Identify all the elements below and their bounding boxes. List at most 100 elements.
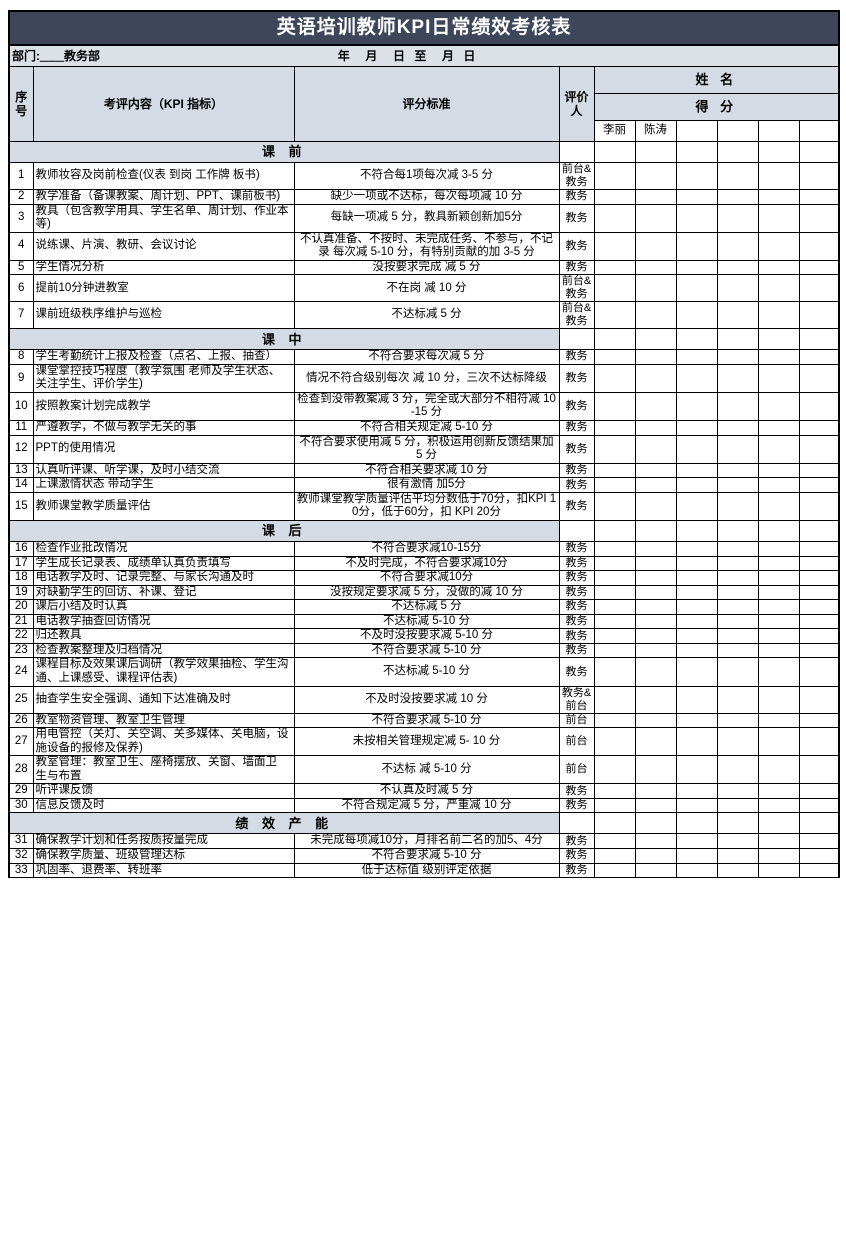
cell-score[interactable] bbox=[757, 301, 800, 330]
cell-score[interactable] bbox=[593, 434, 636, 464]
cell-score[interactable] bbox=[675, 685, 718, 714]
cell-score[interactable] bbox=[757, 231, 800, 261]
cell-score[interactable] bbox=[757, 797, 800, 814]
cell-score[interactable] bbox=[716, 727, 759, 757]
cell-score[interactable] bbox=[675, 848, 718, 864]
cell-score[interactable] bbox=[634, 420, 677, 436]
cell-score[interactable] bbox=[675, 833, 718, 849]
cell-score[interactable] bbox=[675, 628, 718, 644]
cell-score[interactable] bbox=[757, 570, 800, 586]
cell-score[interactable] bbox=[675, 259, 718, 276]
cell-score[interactable] bbox=[634, 584, 677, 601]
cell-score[interactable] bbox=[634, 188, 677, 205]
cell-score[interactable] bbox=[757, 420, 800, 436]
cell-score[interactable] bbox=[593, 833, 636, 849]
evaluatee-name-5[interactable] bbox=[757, 120, 800, 142]
cell-score[interactable] bbox=[593, 274, 636, 303]
cell-score[interactable] bbox=[593, 420, 636, 436]
cell-score[interactable] bbox=[757, 584, 800, 601]
cell-score[interactable] bbox=[798, 391, 841, 422]
cell-score[interactable] bbox=[675, 555, 718, 572]
cell-score[interactable] bbox=[716, 420, 759, 436]
cell-score[interactable] bbox=[593, 584, 636, 601]
cell-score[interactable] bbox=[593, 628, 636, 644]
cell-score[interactable] bbox=[593, 862, 636, 879]
cell-score[interactable] bbox=[634, 570, 677, 586]
cell-score[interactable] bbox=[593, 188, 636, 205]
cell-score[interactable] bbox=[634, 349, 677, 365]
cell-score[interactable] bbox=[593, 349, 636, 365]
cell-score[interactable] bbox=[716, 162, 759, 190]
cell-score[interactable] bbox=[798, 727, 841, 757]
cell-score[interactable] bbox=[634, 657, 677, 687]
cell-score[interactable] bbox=[593, 391, 636, 422]
cell-score[interactable] bbox=[634, 797, 677, 814]
cell-score[interactable] bbox=[593, 727, 636, 757]
cell-score[interactable] bbox=[634, 599, 677, 615]
cell-score[interactable] bbox=[716, 391, 759, 422]
cell-score[interactable] bbox=[716, 301, 759, 330]
cell-score[interactable] bbox=[798, 349, 841, 365]
cell-score[interactable] bbox=[593, 462, 636, 479]
cell-score[interactable] bbox=[757, 203, 800, 233]
cell-score[interactable] bbox=[593, 599, 636, 615]
cell-score[interactable] bbox=[675, 727, 718, 757]
cell-score[interactable] bbox=[634, 555, 677, 572]
cell-score[interactable] bbox=[757, 349, 800, 365]
cell-score[interactable] bbox=[593, 555, 636, 572]
cell-score[interactable] bbox=[757, 259, 800, 276]
cell-score[interactable] bbox=[675, 231, 718, 261]
cell-score[interactable] bbox=[593, 712, 636, 729]
cell-score[interactable] bbox=[716, 491, 759, 521]
cell-score[interactable] bbox=[757, 755, 800, 785]
evaluatee-name-6[interactable] bbox=[798, 120, 841, 142]
cell-score[interactable] bbox=[634, 477, 677, 493]
cell-score[interactable] bbox=[716, 712, 759, 729]
cell-score[interactable] bbox=[716, 584, 759, 601]
cell-score[interactable] bbox=[798, 862, 841, 879]
cell-score[interactable] bbox=[593, 301, 636, 330]
cell-score[interactable] bbox=[716, 555, 759, 572]
cell-score[interactable] bbox=[716, 231, 759, 261]
cell-score[interactable] bbox=[798, 477, 841, 493]
cell-score[interactable] bbox=[593, 797, 636, 814]
cell-score[interactable] bbox=[634, 685, 677, 714]
cell-score[interactable] bbox=[798, 363, 841, 393]
cell-score[interactable] bbox=[757, 727, 800, 757]
cell-score[interactable] bbox=[634, 540, 677, 557]
cell-score[interactable] bbox=[757, 657, 800, 687]
cell-score[interactable] bbox=[634, 712, 677, 729]
cell-score[interactable] bbox=[593, 685, 636, 714]
cell-score[interactable] bbox=[798, 584, 841, 601]
cell-score[interactable] bbox=[675, 420, 718, 436]
cell-score[interactable] bbox=[675, 477, 718, 493]
cell-score[interactable] bbox=[757, 862, 800, 879]
cell-score[interactable] bbox=[634, 727, 677, 757]
cell-score[interactable] bbox=[593, 783, 636, 799]
cell-score[interactable] bbox=[757, 642, 800, 659]
cell-score[interactable] bbox=[593, 613, 636, 630]
cell-score[interactable] bbox=[757, 188, 800, 205]
cell-score[interactable] bbox=[675, 391, 718, 422]
cell-score[interactable] bbox=[798, 613, 841, 630]
cell-score[interactable] bbox=[757, 477, 800, 493]
cell-score[interactable] bbox=[798, 259, 841, 276]
cell-score[interactable] bbox=[716, 274, 759, 303]
cell-score[interactable] bbox=[675, 642, 718, 659]
cell-score[interactable] bbox=[798, 491, 841, 521]
cell-score[interactable] bbox=[798, 462, 841, 479]
cell-score[interactable] bbox=[634, 231, 677, 261]
cell-score[interactable] bbox=[675, 162, 718, 190]
cell-score[interactable] bbox=[798, 203, 841, 233]
cell-score[interactable] bbox=[798, 833, 841, 849]
evaluatee-name-1[interactable]: 李丽 bbox=[593, 120, 636, 142]
cell-score[interactable] bbox=[716, 642, 759, 659]
cell-score[interactable] bbox=[675, 434, 718, 464]
cell-score[interactable] bbox=[634, 613, 677, 630]
cell-score[interactable] bbox=[757, 712, 800, 729]
cell-score[interactable] bbox=[634, 434, 677, 464]
cell-score[interactable] bbox=[634, 833, 677, 849]
cell-score[interactable] bbox=[675, 274, 718, 303]
cell-score[interactable] bbox=[634, 628, 677, 644]
cell-score[interactable] bbox=[798, 188, 841, 205]
